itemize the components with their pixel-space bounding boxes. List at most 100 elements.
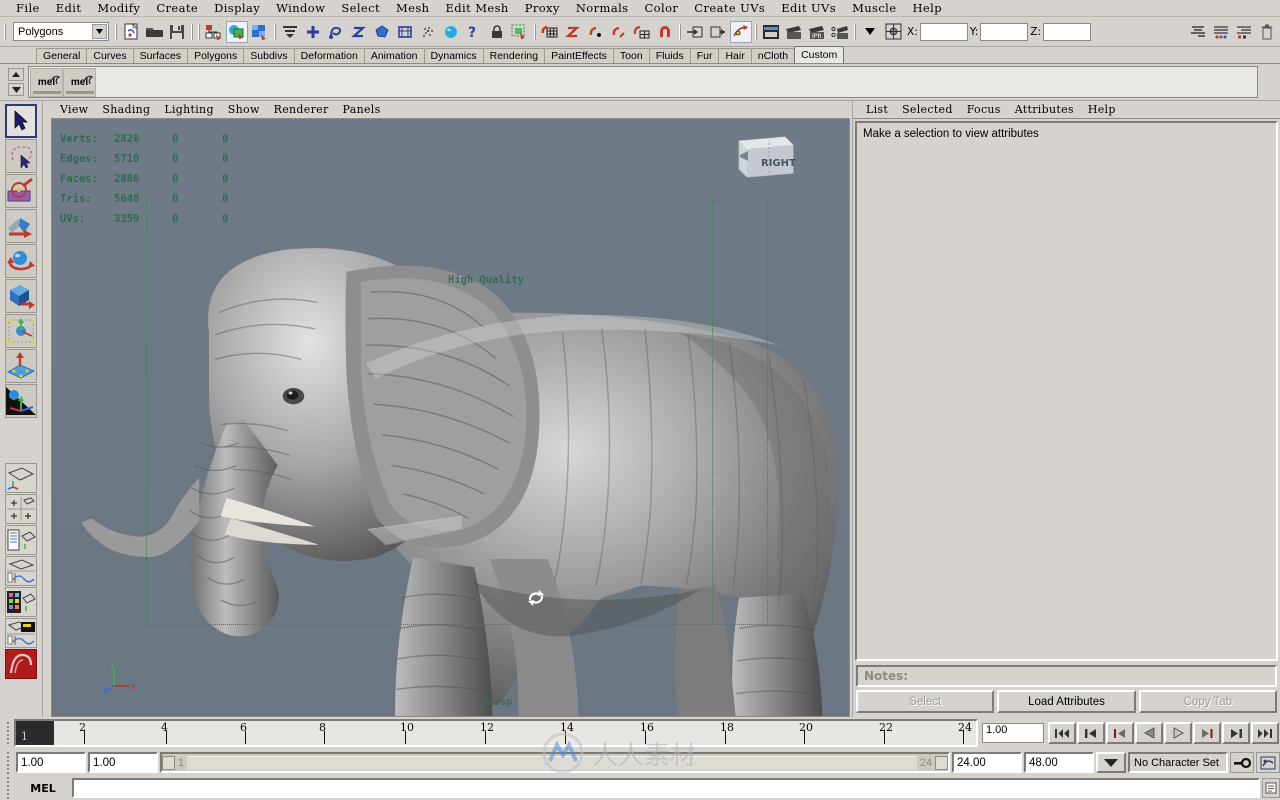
coord-z-input[interactable]	[1043, 22, 1092, 41]
shelf-mel-button-1[interactable]: mel	[30, 67, 63, 97]
auto-keyframe-icon[interactable]	[1230, 752, 1254, 773]
shelf-tab-polygons[interactable]: Polygons	[187, 48, 245, 63]
soft-modification-tool[interactable]	[5, 349, 37, 383]
construction-history-icon[interactable]	[730, 20, 752, 43]
layout-persp-trax[interactable]	[5, 618, 37, 648]
animation-preferences-icon[interactable]	[1256, 752, 1280, 773]
snap-to-projected-icon[interactable]	[608, 20, 630, 43]
go-to-end-button[interactable]	[1251, 722, 1279, 744]
move-tool[interactable]	[5, 209, 37, 243]
shelf-tab-subdivs[interactable]: Subdivs	[243, 48, 295, 63]
render-settings-icon[interactable]	[829, 20, 851, 43]
menu-color[interactable]: Color	[636, 1, 686, 15]
magnet-icon[interactable]	[654, 20, 676, 43]
shelf-tab-general[interactable]: General	[36, 48, 88, 63]
script-editor-icon[interactable]	[1262, 778, 1280, 798]
layout-hypershade-persp[interactable]	[5, 587, 37, 617]
input-connection-icon[interactable]	[684, 20, 706, 43]
snap-to-view-icon[interactable]	[631, 20, 653, 43]
attribute-editor-toggle-icon[interactable]	[1210, 20, 1232, 43]
edge-tool-icon[interactable]	[348, 20, 370, 43]
lattice-icon[interactable]	[394, 20, 416, 43]
time-slider[interactable]: 1 2 4 6 8 10 12 14 16 18 20 22 24	[14, 719, 978, 747]
increment-plus-icon[interactable]	[302, 20, 324, 43]
coord-x-input[interactable]	[919, 22, 968, 41]
menu-set-selector[interactable]: Polygons	[13, 22, 109, 41]
playback-end-time-field[interactable]: 24.00	[952, 752, 1022, 773]
menu-mesh[interactable]: Mesh	[388, 1, 438, 15]
go-to-start-button[interactable]	[1048, 722, 1076, 744]
animation-end-time-field[interactable]: 48.00	[1024, 752, 1094, 773]
channel-box-toggle-icon[interactable]	[1187, 20, 1209, 43]
save-scene-icon[interactable]	[166, 20, 188, 43]
viewport-menu-panels[interactable]: Panels	[336, 103, 388, 116]
menu-help[interactable]: Help	[904, 1, 949, 15]
shelf-tab-animation[interactable]: Animation	[363, 48, 425, 63]
shelf-tab-ncloth[interactable]: nCloth	[750, 48, 796, 63]
shelf-scroll-up-icon[interactable]	[8, 68, 24, 81]
shelf-tab-hair[interactable]: Hair	[718, 48, 752, 63]
select-by-hierarchy-icon[interactable]	[203, 20, 225, 43]
step-forward-keyframe-button[interactable]	[1222, 722, 1250, 744]
ae-menu-help[interactable]: Help	[1081, 103, 1123, 116]
load-attributes-button[interactable]: Load Attributes	[997, 690, 1136, 713]
rotate-tool[interactable]	[5, 244, 37, 278]
menu-display[interactable]: Display	[206, 1, 268, 15]
particle-icon[interactable]	[417, 20, 439, 43]
ae-menu-selected[interactable]: Selected	[895, 103, 960, 116]
curve-tool-icon[interactable]	[325, 20, 347, 43]
chevron-down-icon[interactable]	[92, 24, 107, 39]
snap-to-grid-icon[interactable]	[539, 20, 561, 43]
show-manipulator-tool[interactable]	[5, 384, 37, 418]
paint-select-tool[interactable]	[5, 174, 37, 208]
shelf-mel-button-2[interactable]: mel	[63, 67, 96, 97]
marquee-select-icon[interactable]	[509, 20, 531, 43]
ipr-render-icon[interactable]: IPR	[806, 20, 828, 43]
shelf-tab-custom[interactable]: Custom	[794, 46, 845, 63]
animation-start-time-field[interactable]: 1.00	[16, 752, 86, 773]
shelf-tab-fur[interactable]: Fur	[689, 48, 720, 63]
render-current-frame-icon[interactable]	[783, 20, 805, 43]
sphere-icon[interactable]	[440, 20, 462, 43]
play-forwards-button[interactable]	[1164, 722, 1192, 744]
layout-four-view[interactable]	[5, 494, 37, 524]
polygon-icon[interactable]	[371, 20, 393, 43]
new-scene-icon[interactable]	[120, 20, 142, 43]
menu-muscle[interactable]: Muscle	[844, 1, 904, 15]
menu-proxy[interactable]: Proxy	[517, 1, 568, 15]
copy-tab-button[interactable]: Copy Tab	[1138, 690, 1277, 713]
open-scene-icon[interactable]	[143, 20, 165, 43]
viewport-menu-renderer[interactable]: Renderer	[267, 103, 336, 116]
menu-edit-uvs[interactable]: Edit UVs	[773, 1, 844, 15]
universal-manipulator-tool[interactable]	[5, 314, 37, 348]
lasso-select-tool[interactable]	[5, 139, 37, 173]
character-set-dropdown-button[interactable]	[1096, 752, 1126, 773]
help-icon[interactable]: ?	[463, 20, 485, 43]
ae-menu-list[interactable]: List	[859, 103, 895, 116]
play-backwards-button[interactable]	[1135, 722, 1163, 744]
view-cube[interactable]: RIGHT	[731, 133, 797, 179]
menu-window[interactable]: Window	[268, 1, 333, 15]
select-by-object-icon[interactable]	[226, 20, 248, 43]
viewport-menu-shading[interactable]: Shading	[95, 103, 157, 116]
select-by-component-icon[interactable]	[249, 20, 271, 43]
shelf-tab-toon[interactable]: Toon	[612, 48, 650, 63]
step-back-frame-button[interactable]	[1106, 722, 1134, 744]
command-line-grip[interactable]	[2, 774, 14, 800]
pivot-icon[interactable]	[882, 20, 904, 43]
layout-single-perspective[interactable]	[5, 463, 37, 493]
select-button[interactable]: Select	[856, 690, 995, 713]
playback-start-time-field[interactable]: 1.00	[88, 752, 158, 773]
shelf-tab-fluids[interactable]: Fluids	[648, 48, 691, 63]
layout-outliner-persp[interactable]	[5, 525, 37, 555]
shelf-tab-dynamics[interactable]: Dynamics	[423, 48, 484, 63]
snap-modes-icon[interactable]	[279, 20, 301, 43]
coord-y-input[interactable]	[980, 22, 1029, 41]
shelf-tab-painteffects[interactable]: PaintEffects	[544, 48, 614, 63]
viewport-menu-show[interactable]: Show	[221, 103, 267, 116]
ae-menu-focus[interactable]: Focus	[960, 103, 1008, 116]
select-tool[interactable]	[5, 104, 37, 138]
shelf-tab-rendering[interactable]: Rendering	[482, 48, 546, 63]
shelf-tab-curves[interactable]: Curves	[86, 48, 134, 63]
range-slider-grip[interactable]	[2, 749, 14, 777]
